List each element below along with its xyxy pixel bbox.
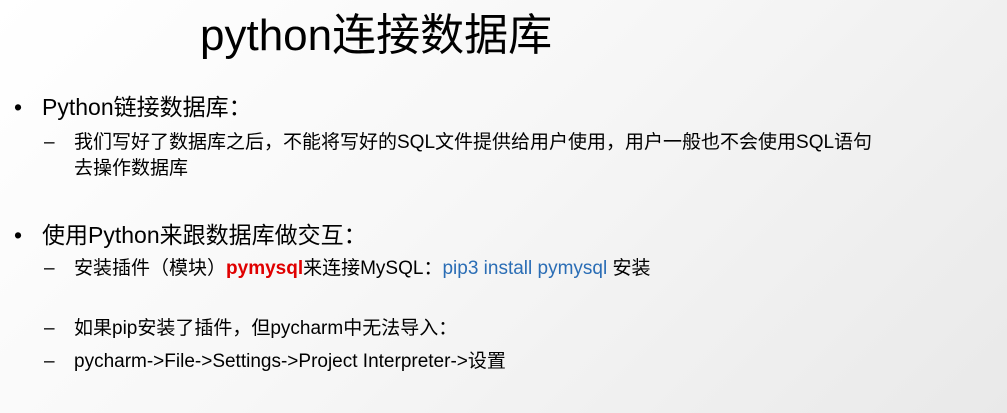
dash-marker: – bbox=[44, 318, 55, 339]
dash-marker: – bbox=[44, 132, 55, 153]
sub-item-2-1: – 安装插件（模块）pymysql来连接MySQL：pip3 install py… bbox=[44, 256, 651, 282]
connect-mysql-text: 来连接MySQL： bbox=[303, 258, 443, 279]
install-suffix-text: 安装 bbox=[607, 258, 651, 279]
sub-item-1-1-line1: 我们写好了数据库之后，不能将写好的SQL文件提供给用户使用，用户一般也不会使用S… bbox=[74, 132, 873, 153]
sub-item-1-1-line2: 去操作数据库 bbox=[74, 158, 189, 179]
sub-item-2-2: – 如果pip安装了插件，但pycharm中无法导入： bbox=[44, 316, 457, 342]
install-intro-text: 安装插件（模块） bbox=[74, 258, 227, 279]
slide: python连接数据库 • Python链接数据库： – 我们写好了数据库之后，不能… bbox=[0, 0, 1007, 413]
bullet-marker: • bbox=[14, 222, 23, 248]
bullet-1-text: Python链接数据库： bbox=[42, 94, 252, 120]
pymysql-highlight: pymysql bbox=[226, 258, 304, 279]
bullet-2-text: 使用Python来跟数据库做交互： bbox=[42, 222, 367, 248]
sub-item-2-3: – pycharm->File->Settings->Project Interp… bbox=[44, 349, 506, 375]
sub-item-1-1: – 我们写好了数据库之后，不能将写好的SQL文件提供给用户使用，用户一般也不会使用… bbox=[44, 130, 999, 182]
dash-marker: – bbox=[44, 351, 55, 372]
dash-marker: – bbox=[44, 258, 55, 279]
slide-title: python连接数据库 bbox=[200, 11, 553, 60]
bullet-1: • Python链接数据库： bbox=[14, 92, 252, 122]
pip-command: pip3 install pymysql bbox=[442, 258, 608, 279]
bullet-marker: • bbox=[14, 94, 23, 120]
sub-item-2-3-text: pycharm->File->Settings->Project Interpr… bbox=[74, 351, 506, 372]
sub-item-2-2-text: 如果pip安装了插件，但pycharm中无法导入： bbox=[74, 318, 458, 339]
bullet-2: • 使用Python来跟数据库做交互： bbox=[14, 220, 367, 250]
